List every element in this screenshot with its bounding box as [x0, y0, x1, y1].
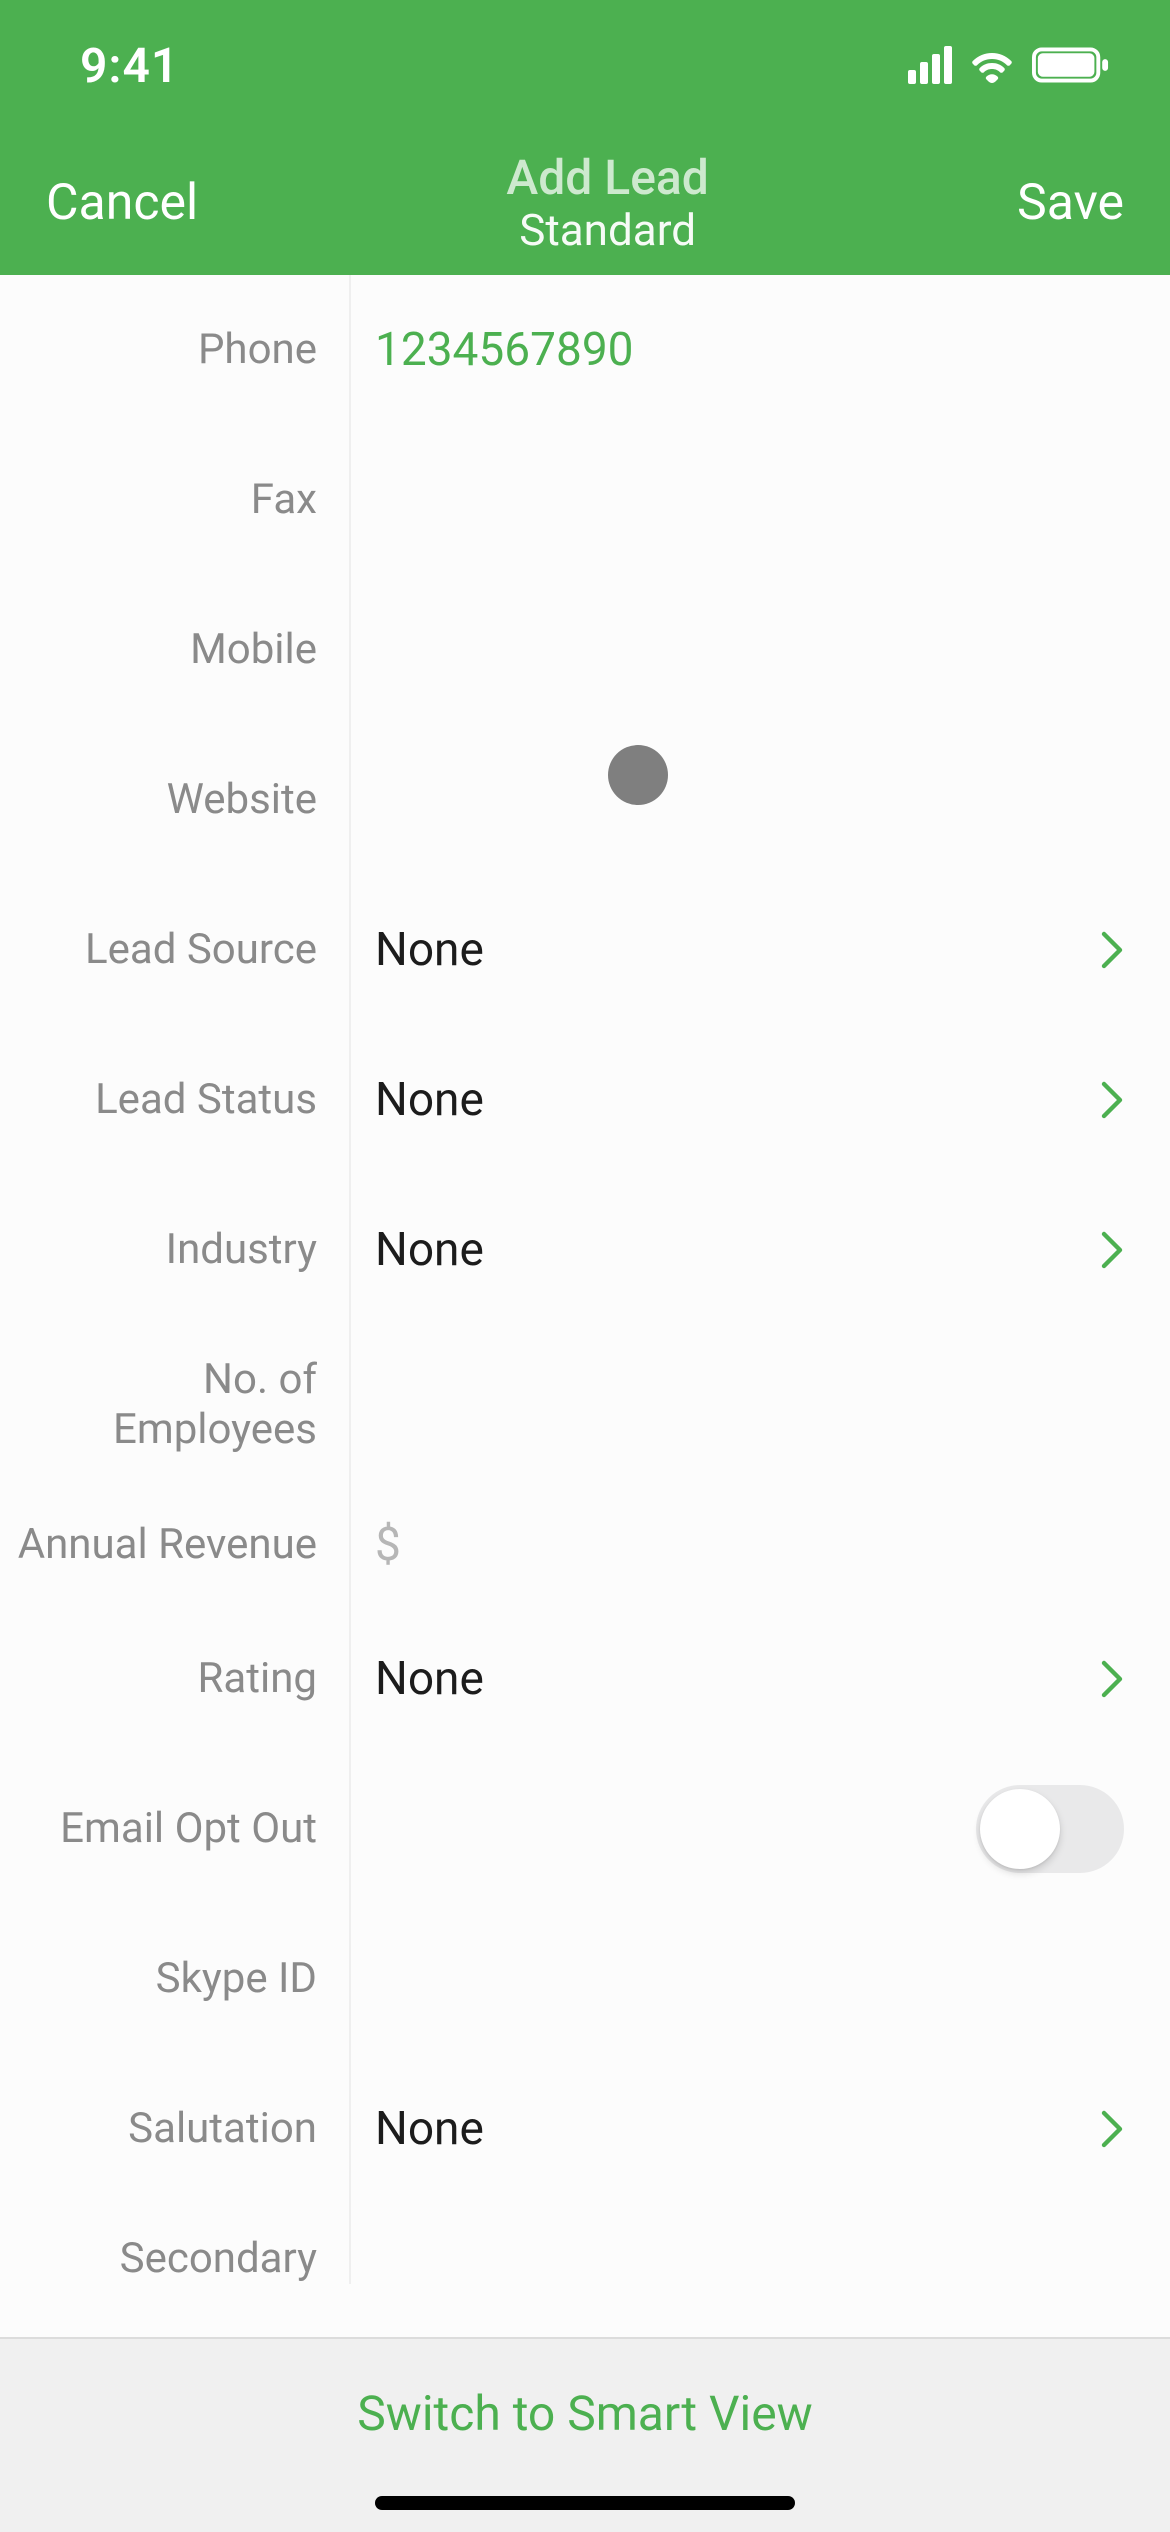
chevron-right-icon	[1100, 1080, 1130, 1120]
row-employees[interactable]: No. of Employees	[0, 1325, 1170, 1486]
label-website: Website	[0, 775, 345, 825]
label-industry: Industry	[0, 1225, 345, 1275]
battery-icon	[1032, 46, 1110, 84]
label-salutation: Salutation	[0, 2104, 345, 2154]
email-opt-out-control	[345, 1785, 1130, 1873]
label-fax: Fax	[0, 475, 345, 525]
label-secondary: Secondary	[0, 2234, 345, 2284]
email-opt-out-toggle[interactable]	[976, 1785, 1124, 1873]
chevron-right-icon	[1100, 2109, 1130, 2149]
industry-picker[interactable]: None	[345, 1223, 1130, 1277]
rating-picker[interactable]: None	[345, 1652, 1130, 1706]
row-revenue[interactable]: Annual Revenue $	[0, 1486, 1170, 1604]
label-skype: Skype ID	[0, 1954, 345, 2004]
status-bar: 9:41	[0, 0, 1170, 130]
value-rating: None	[375, 1652, 484, 1706]
bottom-bar: Switch to Smart View	[0, 2337, 1170, 2532]
row-rating[interactable]: Rating None	[0, 1604, 1170, 1754]
label-email-opt-out: Email Opt Out	[0, 1804, 345, 1854]
value-lead-source: None	[375, 923, 484, 977]
row-secondary[interactable]: Secondary	[0, 2204, 1170, 2284]
phone-field[interactable]: 1234567890	[345, 323, 1130, 377]
value-industry: None	[375, 1223, 484, 1277]
row-website[interactable]: Website	[0, 725, 1170, 875]
label-lead-source: Lead Source	[0, 925, 345, 975]
save-button[interactable]: Save	[1017, 174, 1124, 232]
placeholder-revenue: $	[375, 1518, 401, 1572]
nav-title-group: Add Lead Standard	[506, 150, 708, 256]
row-lead-source[interactable]: Lead Source None	[0, 875, 1170, 1025]
value-lead-status: None	[375, 1073, 484, 1127]
label-mobile: Mobile	[0, 625, 345, 675]
status-indicators	[908, 46, 1110, 84]
switch-smart-view-button[interactable]: Switch to Smart View	[357, 2385, 812, 2442]
lead-source-picker[interactable]: None	[345, 923, 1130, 977]
chevron-right-icon	[1100, 930, 1130, 970]
cursor-indicator	[608, 745, 668, 805]
lead-status-picker[interactable]: None	[345, 1073, 1130, 1127]
cellular-signal-icon	[908, 46, 952, 84]
chevron-right-icon	[1100, 1659, 1130, 1699]
row-industry[interactable]: Industry None	[0, 1175, 1170, 1325]
value-salutation: None	[375, 2102, 484, 2156]
chevron-right-icon	[1100, 1230, 1130, 1270]
salutation-picker[interactable]: None	[345, 2102, 1130, 2156]
row-lead-status[interactable]: Lead Status None	[0, 1025, 1170, 1175]
revenue-field[interactable]: $	[345, 1518, 1130, 1572]
nav-bar: Cancel Add Lead Standard Save	[0, 130, 1170, 275]
row-salutation[interactable]: Salutation None	[0, 2054, 1170, 2204]
status-time: 9:41	[80, 37, 179, 94]
label-revenue: Annual Revenue	[0, 1520, 345, 1570]
row-mobile[interactable]: Mobile	[0, 575, 1170, 725]
home-indicator[interactable]	[375, 2496, 795, 2510]
toggle-knob	[980, 1789, 1060, 1869]
row-fax[interactable]: Fax	[0, 425, 1170, 575]
label-phone: Phone	[0, 325, 345, 375]
row-skype[interactable]: Skype ID	[0, 1904, 1170, 2054]
row-email-opt-out: Email Opt Out	[0, 1754, 1170, 1904]
page-subtitle: Standard	[506, 205, 708, 256]
form-area: Phone 1234567890 Fax Mobile Website Lead…	[0, 275, 1170, 2337]
label-lead-status: Lead Status	[0, 1075, 345, 1125]
value-phone: 1234567890	[375, 323, 634, 377]
row-phone[interactable]: Phone 1234567890	[0, 275, 1170, 425]
page-title: Add Lead	[506, 150, 708, 205]
cancel-button[interactable]: Cancel	[46, 174, 198, 232]
label-employees: No. of Employees	[0, 1355, 345, 1456]
wifi-icon	[968, 46, 1016, 84]
label-rating: Rating	[0, 1654, 345, 1704]
